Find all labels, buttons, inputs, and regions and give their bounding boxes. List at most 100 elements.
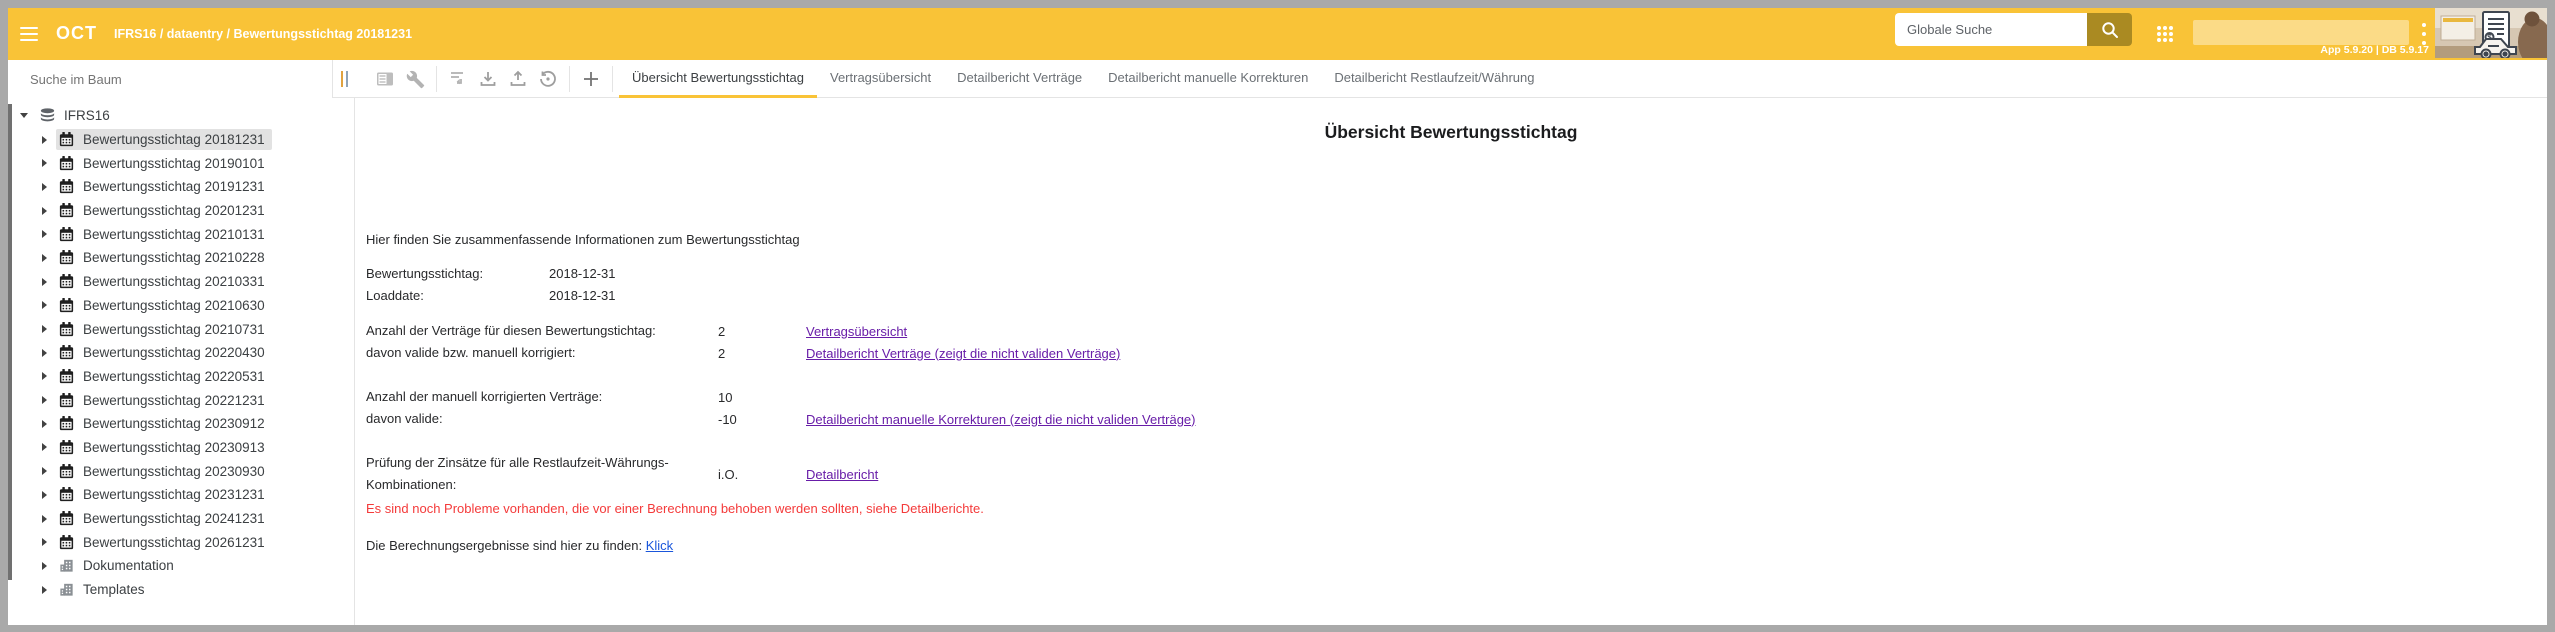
tree-item[interactable]: Bewertungsstichtag 20230930 xyxy=(8,459,354,483)
results-link[interactable]: Klick xyxy=(646,538,673,553)
warning-message: Es sind noch Probleme vorhanden, die vor… xyxy=(366,501,984,516)
app-window: OCT IFRS16 / dataentry / Bewertungsstich… xyxy=(8,8,2547,625)
caret-right-icon[interactable] xyxy=(42,207,47,215)
detail-label: Anzahl der manuell korrigierten Verträge… xyxy=(366,386,718,408)
brand-illustration: $ xyxy=(2435,8,2547,58)
calendar-icon xyxy=(58,321,75,338)
collapse-list-icon[interactable] xyxy=(443,64,473,94)
toolbar-divider xyxy=(436,66,437,92)
tree-item[interactable]: Bewertungsstichtag 20210331 xyxy=(8,270,354,294)
tree-item[interactable]: Bewertungsstichtag 20261231 xyxy=(8,530,354,554)
tree-item[interactable]: Bewertungsstichtag 20210630 xyxy=(8,294,354,318)
caret-right-icon[interactable] xyxy=(42,586,47,594)
tree-search-input[interactable] xyxy=(8,60,333,98)
caret-right-icon[interactable] xyxy=(42,515,47,523)
summary-block: Bewertungsstichtag: 2018-12-31 Loaddate:… xyxy=(366,263,616,307)
search-icon xyxy=(2100,20,2120,40)
detail-row: Anzahl der Verträge für diesen Bewertung… xyxy=(366,320,1195,342)
tree-item-label: Bewertungsstichtag 20230930 xyxy=(83,464,265,479)
tree-item[interactable]: Bewertungsstichtag 20190101 xyxy=(8,151,354,175)
caret-right-icon[interactable] xyxy=(42,254,47,262)
calendar-icon xyxy=(58,297,75,314)
wrench-icon[interactable] xyxy=(400,64,430,94)
user-account-area[interactable] xyxy=(2193,20,2409,45)
tree-item[interactable]: Bewertungsstichtag 20230913 xyxy=(8,436,354,460)
app-logo: OCT xyxy=(56,23,97,44)
caret-right-icon[interactable] xyxy=(42,230,47,238)
caret-right-icon[interactable] xyxy=(42,278,47,286)
caret-right-icon[interactable] xyxy=(42,467,47,475)
database-icon xyxy=(39,107,56,124)
tree-item[interactable]: Bewertungsstichtag 20210731 xyxy=(8,317,354,341)
calendar-icon xyxy=(58,155,75,172)
caret-right-icon[interactable] xyxy=(42,420,47,428)
global-search-input[interactable] xyxy=(1895,13,2087,46)
caret-right-icon[interactable] xyxy=(42,136,47,144)
caret-right-icon[interactable] xyxy=(42,396,47,404)
caret-right-icon[interactable] xyxy=(42,159,47,167)
tree-item[interactable]: Bewertungsstichtag 20220430 xyxy=(8,341,354,365)
tree-item[interactable]: Bewertungsstichtag 20241231 xyxy=(8,507,354,531)
history-icon[interactable] xyxy=(533,64,563,94)
tree-item[interactable]: Bewertungsstichtag 20201231 xyxy=(8,199,354,223)
detail-report-link[interactable]: Detailbericht manuelle Korrekturen (zeig… xyxy=(806,412,1195,427)
tree-item[interactable]: Templates xyxy=(8,578,354,602)
detail-value: 10 xyxy=(718,390,806,405)
report-tab[interactable]: Vertragsübersicht xyxy=(817,60,944,98)
detail-report-link[interactable]: Vertragsübersicht xyxy=(806,324,907,339)
caret-right-icon[interactable] xyxy=(42,491,47,499)
tree-item-label: Dokumentation xyxy=(83,558,174,573)
tree-item[interactable]: Bewertungsstichtag 20210131 xyxy=(8,222,354,246)
tree-item[interactable]: Bewertungsstichtag 20220531 xyxy=(8,365,354,389)
tree-item[interactable]: Bewertungsstichtag 20210228 xyxy=(8,246,354,270)
tree-root-ifrs16[interactable]: IFRS16 xyxy=(8,104,354,128)
download-icon[interactable] xyxy=(473,64,503,94)
tree-root-label: IFRS16 xyxy=(64,108,110,123)
caret-right-icon[interactable] xyxy=(42,325,47,333)
detail-report-link[interactable]: Detailbericht xyxy=(806,467,878,482)
caret-right-icon[interactable] xyxy=(42,372,47,380)
report-panel-icon[interactable] xyxy=(370,64,400,94)
tree-item-label: Bewertungsstichtag 20210228 xyxy=(83,250,265,265)
detail-row: Prüfung der Zinsätze für alle Restlaufze… xyxy=(366,452,1195,496)
global-search xyxy=(1895,13,2132,46)
caret-right-icon[interactable] xyxy=(42,349,47,357)
calendar-icon xyxy=(58,131,75,148)
panel-splitter-handle[interactable] xyxy=(333,60,355,98)
upload-icon[interactable] xyxy=(503,64,533,94)
caret-right-icon[interactable] xyxy=(42,538,47,546)
apps-grid-icon[interactable] xyxy=(2155,24,2175,49)
main-toolbar: Übersicht Bewertungsstichtag Vertragsübe… xyxy=(355,60,2547,98)
report-tab[interactable]: Detailbericht Verträge xyxy=(944,60,1095,98)
kebab-menu-icon[interactable] xyxy=(2420,23,2428,45)
tree-item[interactable]: Dokumentation xyxy=(8,554,354,578)
detail-report-link[interactable]: Detailbericht Verträge (zeigt die nicht … xyxy=(806,346,1120,361)
report-tab[interactable]: Detailbericht manuelle Korrekturen xyxy=(1095,60,1321,98)
summary-value: 2018-12-31 xyxy=(549,285,616,307)
caret-right-icon[interactable] xyxy=(42,183,47,191)
tree-item-label: Bewertungsstichtag 20191231 xyxy=(83,179,265,194)
tree-item-label: Bewertungsstichtag 20210331 xyxy=(83,274,265,289)
building-icon xyxy=(58,581,75,598)
tree-item[interactable]: Bewertungsstichtag 20221231 xyxy=(8,388,354,412)
tree-item[interactable]: Bewertungsstichtag 20230912 xyxy=(8,412,354,436)
caret-right-icon[interactable] xyxy=(42,562,47,570)
report-tab[interactable]: Übersicht Bewertungsstichtag xyxy=(619,60,817,98)
caret-down-icon[interactable] xyxy=(20,113,28,118)
caret-right-icon[interactable] xyxy=(42,443,47,451)
detail-value: -10 xyxy=(718,412,806,427)
tree-scrollbar[interactable] xyxy=(8,104,12,580)
report-tab[interactable]: Detailbericht Restlaufzeit/Währung xyxy=(1321,60,1547,98)
calendar-icon xyxy=(58,415,75,432)
search-button[interactable] xyxy=(2087,13,2132,46)
detail-label: davon valide bzw. manuell korrigiert: xyxy=(366,342,718,364)
toolbar-divider xyxy=(612,66,613,92)
caret-right-icon[interactable] xyxy=(42,301,47,309)
add-tab-icon[interactable] xyxy=(576,64,606,94)
menu-icon[interactable] xyxy=(20,27,38,41)
tree-item[interactable]: Bewertungsstichtag 20231231 xyxy=(8,483,354,507)
tree-item[interactable]: Bewertungsstichtag 20181231 xyxy=(8,128,354,152)
detail-value: 2 xyxy=(718,324,806,339)
tree-item-label: Bewertungsstichtag 20230913 xyxy=(83,440,265,455)
tree-item[interactable]: Bewertungsstichtag 20191231 xyxy=(8,175,354,199)
